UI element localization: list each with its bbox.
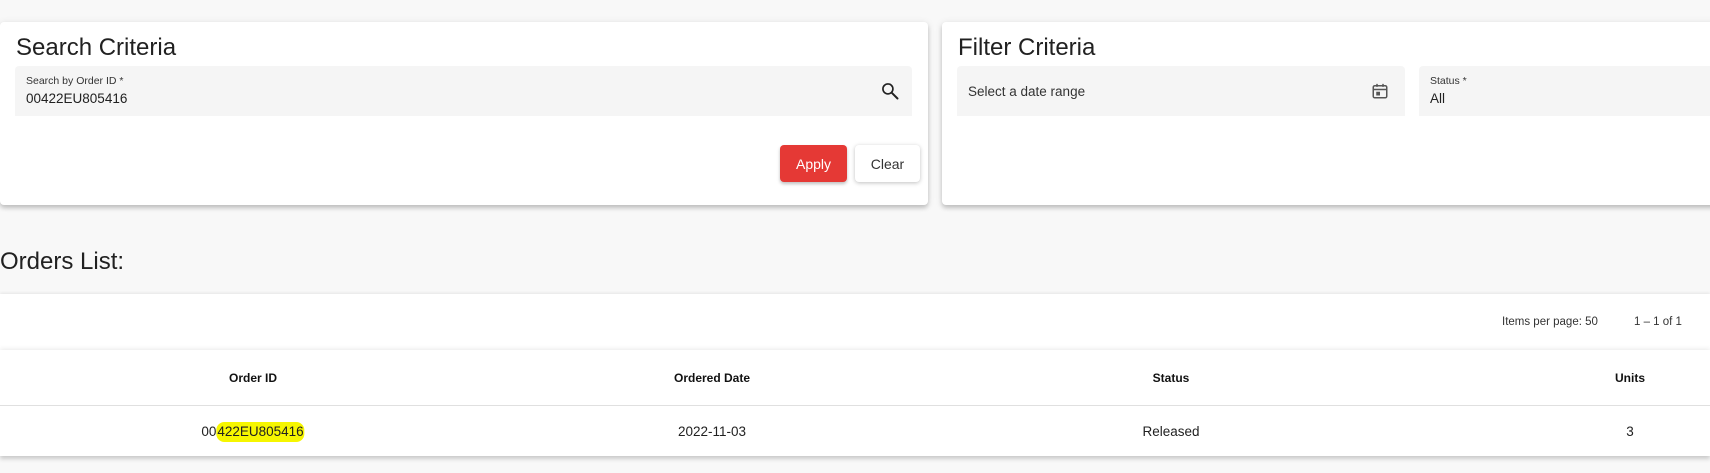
- search-criteria-title: Search Criteria: [16, 34, 177, 61]
- search-criteria-card: Search Criteria Search by Order ID * 004…: [0, 22, 928, 205]
- cell-ordered-date: 2022-11-03: [677, 424, 747, 439]
- search-icon[interactable]: [880, 81, 900, 101]
- cell-status: Released: [1142, 424, 1200, 439]
- date-range-field[interactable]: Select a date range: [957, 66, 1405, 116]
- paginator: Items per page: 50 1 – 1 of 1: [0, 294, 1710, 350]
- header-divider: [0, 405, 1710, 406]
- status-select[interactable]: Status * All: [1419, 66, 1710, 116]
- orders-list-heading: Orders List:: [0, 248, 125, 275]
- cell-order-id: 00422EU805416: [201, 422, 305, 442]
- column-header-status[interactable]: Status: [1153, 371, 1190, 385]
- cell-units: 3: [1626, 424, 1634, 439]
- column-header-order-id[interactable]: Order ID: [229, 371, 277, 385]
- order-id-highlighted: 422EU805416: [216, 422, 305, 442]
- status-field-label: Status *: [1430, 75, 1467, 87]
- filter-criteria-card: Filter Criteria Select a date range Stat…: [942, 22, 1710, 205]
- orders-table: Order ID Ordered Date Status Units 00422…: [0, 350, 1710, 456]
- filter-criteria-title: Filter Criteria: [958, 34, 1096, 61]
- page-range-label: 1 – 1 of 1: [1634, 316, 1682, 328]
- apply-button[interactable]: Apply: [780, 145, 847, 182]
- clear-button[interactable]: Clear: [855, 145, 920, 182]
- order-id-input[interactable]: 00422EU805416: [26, 91, 127, 106]
- order-id-field-label: Search by Order ID *: [26, 75, 124, 87]
- date-range-placeholder: Select a date range: [968, 84, 1086, 99]
- items-per-page-label[interactable]: Items per page: 50: [1502, 316, 1598, 328]
- column-header-ordered-date[interactable]: Ordered Date: [674, 371, 750, 385]
- order-id-prefix: 00: [201, 424, 217, 439]
- order-id-search-field[interactable]: Search by Order ID * 00422EU805416: [15, 66, 912, 116]
- calendar-icon[interactable]: [1371, 82, 1389, 100]
- status-selected-value[interactable]: All: [1430, 91, 1445, 106]
- column-header-units[interactable]: Units: [1615, 371, 1645, 385]
